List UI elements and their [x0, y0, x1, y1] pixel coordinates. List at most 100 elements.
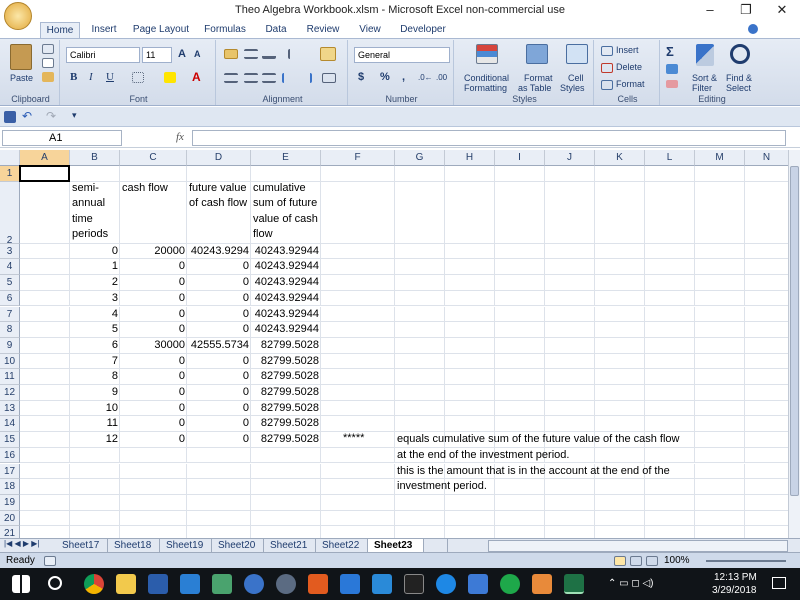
grid-cell[interactable] — [695, 290, 745, 307]
table-cell-d[interactable]: 40243.9294 — [187, 245, 251, 257]
macro-record-icon[interactable] — [44, 556, 56, 566]
row-header-1[interactable]: 1 — [0, 166, 20, 182]
grid-cell[interactable] — [695, 385, 745, 401]
font-color-icon[interactable]: A — [192, 70, 201, 84]
grid-cell[interactable] — [445, 385, 495, 401]
page-break-view-icon[interactable] — [646, 556, 658, 566]
grid-cell[interactable] — [745, 182, 788, 244]
sort-filter-button-line2[interactable]: Filter — [692, 83, 712, 93]
grid-cell[interactable] — [20, 275, 70, 291]
grid-cell[interactable] — [395, 259, 445, 276]
grid-cell[interactable] — [745, 354, 788, 370]
tab-insert[interactable]: Insert — [84, 22, 124, 38]
grid-cell[interactable] — [595, 259, 645, 276]
row-header-10[interactable]: 10 — [0, 353, 20, 370]
grid-cell[interactable] — [395, 494, 445, 511]
table-cell-e[interactable]: 40243.92944 — [251, 245, 321, 257]
grid-cell[interactable] — [745, 322, 788, 338]
grid-cell[interactable] — [251, 494, 321, 511]
grid-cell[interactable] — [445, 243, 495, 260]
table-cell-c[interactable]: 0 — [120, 308, 187, 320]
grid-cell[interactable] — [445, 526, 495, 538]
zoom-level[interactable]: 100% — [664, 555, 690, 566]
grid-cell[interactable] — [545, 181, 595, 244]
table-cell-b[interactable]: 4 — [70, 308, 120, 320]
autosum-icon[interactable]: Σ — [666, 44, 674, 59]
row-header-2[interactable]: 2 — [0, 181, 20, 246]
table-cell-d[interactable]: 0 — [187, 323, 251, 335]
sheet-nav-buttons[interactable]: |◀ ◀ ▶ ▶| — [4, 539, 39, 548]
grid-cell[interactable] — [187, 510, 251, 527]
table-cell-c[interactable]: 0 — [120, 370, 187, 382]
grid-cell[interactable] — [20, 259, 70, 276]
sort-filter-icon[interactable] — [696, 44, 714, 66]
grid-cell[interactable] — [321, 306, 395, 323]
column-header-n[interactable]: N — [745, 150, 788, 166]
clock-time[interactable]: 12:13 PM — [714, 572, 757, 583]
grid-cell[interactable] — [20, 181, 70, 244]
table-cell-e[interactable]: 40243.92944 — [251, 292, 321, 304]
tab-formulas[interactable]: Formulas — [198, 22, 252, 38]
grid-cell[interactable] — [595, 416, 645, 433]
grid-cell[interactable] — [445, 416, 495, 433]
app-icon[interactable] — [148, 574, 168, 594]
decrease-indent-icon[interactable] — [282, 73, 296, 83]
grid-cell[interactable] — [321, 275, 395, 291]
column-header-i[interactable]: I — [495, 150, 545, 166]
row-header-19[interactable]: 19 — [0, 494, 20, 511]
copy-icon[interactable] — [42, 58, 54, 68]
grid-cell[interactable] — [545, 275, 595, 291]
tab-data[interactable]: Data — [258, 22, 294, 38]
grid-cell[interactable] — [395, 306, 445, 323]
system-tray-icons[interactable]: ⌃ ▭ ◻ ◁) — [608, 578, 653, 589]
column-header-k[interactable]: K — [595, 150, 645, 166]
column-header-d[interactable]: D — [187, 150, 251, 166]
tab-home[interactable]: Home — [40, 22, 80, 38]
grid-cell[interactable] — [445, 275, 495, 291]
grid-cell[interactable] — [645, 243, 695, 260]
grid-cell[interactable] — [595, 290, 645, 307]
grid-cell[interactable] — [20, 385, 70, 401]
align-left-icon[interactable] — [224, 73, 238, 83]
table-cell-b[interactable]: 3 — [70, 292, 120, 304]
column-header-c[interactable]: C — [120, 150, 187, 166]
note-g16[interactable]: at the end of the investment period. — [395, 449, 569, 461]
table-cell-d[interactable]: 0 — [187, 417, 251, 429]
table-cell-c[interactable]: 0 — [120, 323, 187, 335]
table-cell-d[interactable]: 0 — [187, 292, 251, 304]
grid-cell[interactable] — [745, 338, 788, 354]
borders-icon[interactable] — [132, 72, 144, 83]
grid-cell[interactable] — [695, 526, 745, 538]
sheet-tab-sheet17[interactable]: Sheet17 — [56, 539, 108, 553]
align-middle-icon[interactable] — [244, 49, 258, 59]
note-g17[interactable]: this is the amount that is in the accoun… — [395, 465, 670, 477]
grid-cell[interactable] — [70, 526, 120, 538]
table-cell-e[interactable]: 40243.92944 — [251, 323, 321, 335]
zoom-slider[interactable] — [706, 560, 786, 562]
grid-cell[interactable] — [495, 322, 545, 338]
grid-cell[interactable] — [645, 400, 695, 417]
grid-cell[interactable] — [395, 243, 445, 260]
grid-cell[interactable] — [495, 385, 545, 401]
grid-cell[interactable] — [495, 353, 545, 370]
grid-cell[interactable] — [187, 166, 251, 182]
table-cell-b[interactable]: 7 — [70, 355, 120, 367]
bold-button[interactable]: B — [70, 71, 77, 83]
grid-cell[interactable] — [251, 463, 321, 480]
clear-icon[interactable] — [666, 80, 678, 88]
grid-cell[interactable] — [595, 353, 645, 370]
align-center-icon[interactable] — [244, 73, 258, 83]
grid-cell[interactable] — [445, 322, 495, 338]
increase-indent-icon[interactable] — [298, 73, 312, 83]
grid-cell[interactable] — [745, 479, 788, 495]
grid-cell[interactable] — [695, 416, 745, 433]
grid-cell[interactable] — [595, 166, 645, 182]
grid-cell[interactable] — [70, 463, 120, 480]
grid-cell[interactable] — [70, 494, 120, 511]
tab-developer[interactable]: Developer — [394, 22, 452, 38]
grid-cell[interactable] — [495, 275, 545, 291]
redo-icon[interactable]: ↷ — [46, 109, 56, 123]
grid-cell[interactable] — [20, 463, 70, 480]
grid-cell[interactable] — [321, 290, 395, 307]
grid-cell[interactable] — [20, 290, 70, 307]
